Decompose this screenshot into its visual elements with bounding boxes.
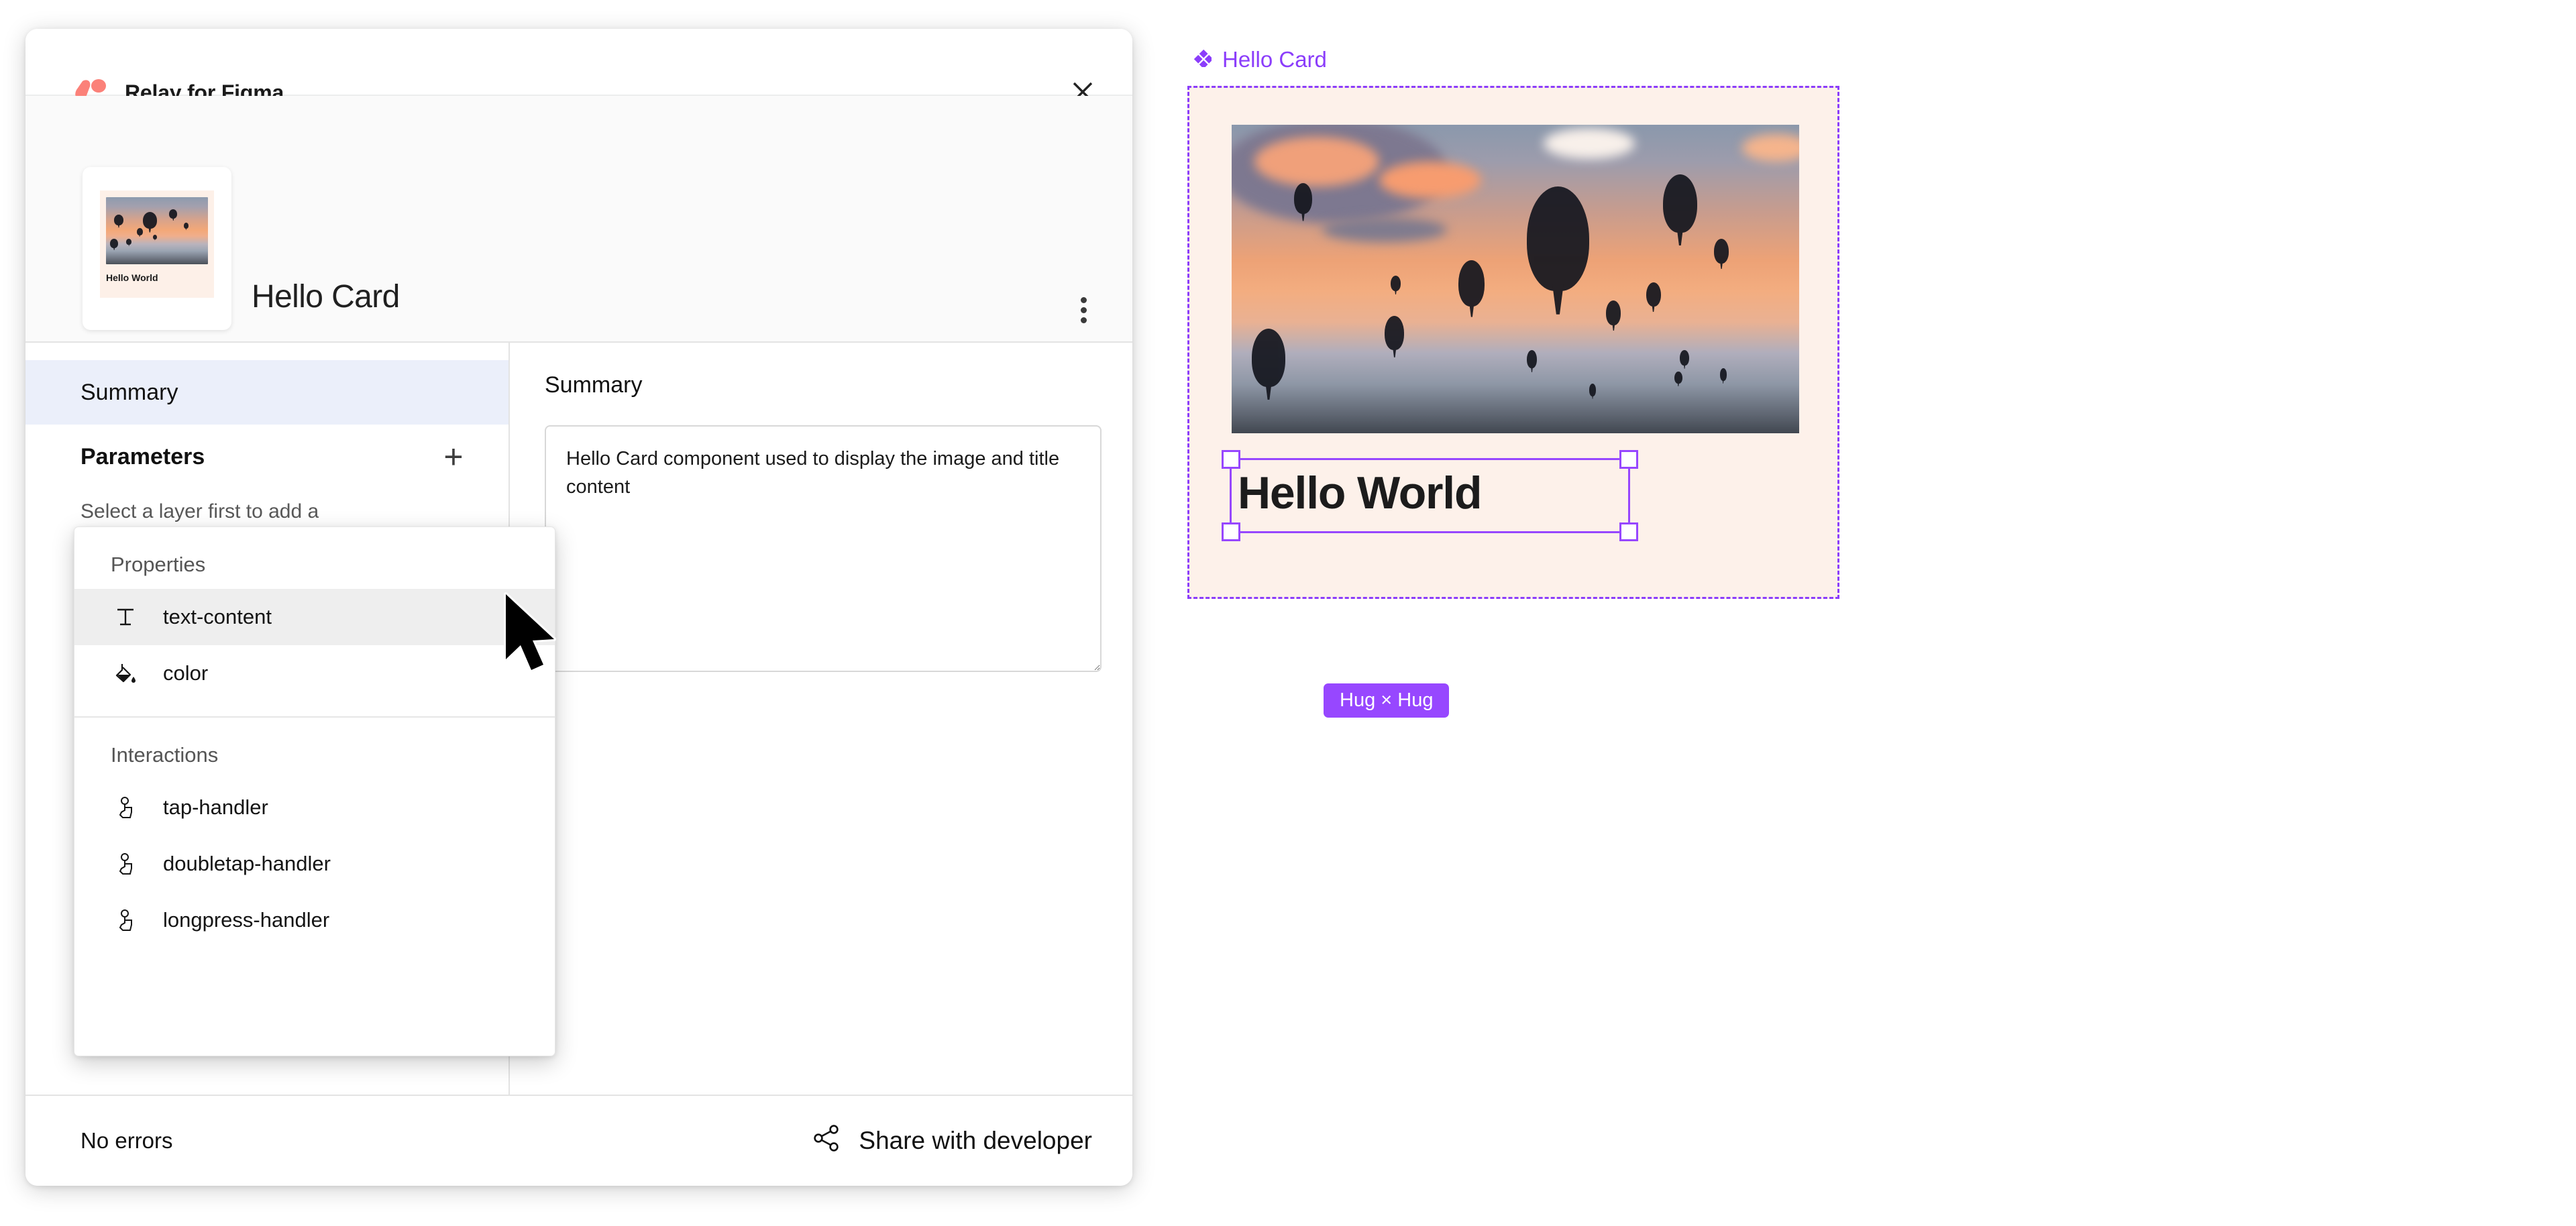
balloon <box>1526 186 1589 292</box>
balloon <box>136 228 143 235</box>
sidebar-section-parameters: Parameters + <box>25 425 508 489</box>
overflow-menu-icon[interactable] <box>1060 286 1107 333</box>
share-label: Share with developer <box>859 1127 1092 1154</box>
popover-item-tap-handler[interactable]: tap-handler <box>74 779 555 836</box>
popover-item-longpress-handler[interactable]: longpress-handler <box>74 892 555 948</box>
add-parameter-popover: Properties text-content color Interactio… <box>74 526 555 1056</box>
balloon <box>126 239 131 245</box>
balloon <box>1251 328 1286 387</box>
balloon <box>1674 372 1682 384</box>
summary-input[interactable] <box>545 425 1102 672</box>
tap-gesture-icon <box>111 793 140 822</box>
content-pane: Summary <box>510 343 1132 1095</box>
balloon <box>1646 282 1661 307</box>
component-header: Hello World Hello Card <box>25 96 1132 343</box>
component-name: Hello Card <box>252 279 400 315</box>
balloon <box>169 209 178 219</box>
parameters-hint: Select a layer first to add a <box>80 500 319 522</box>
size-badge: Hug × Hug <box>1324 683 1450 718</box>
popover-item-label: doubletap-handler <box>163 851 331 875</box>
balloon <box>1294 183 1313 215</box>
text-icon <box>111 602 140 632</box>
balloon <box>1606 300 1621 325</box>
figma-component-icon <box>1191 47 1214 72</box>
relay-plugin-window: Relay for Figma Hello World Hello Card S… <box>25 29 1132 1186</box>
balloon <box>1526 349 1538 369</box>
thumbnail-balloon-image <box>106 197 208 264</box>
canvas-balloon-image <box>1232 125 1799 433</box>
tap-gesture-icon <box>111 905 140 935</box>
sidebar-item-summary[interactable]: Summary <box>25 360 508 425</box>
balloon <box>1719 368 1727 381</box>
balloon <box>110 239 119 248</box>
popover-group-label-properties: Properties <box>111 553 206 576</box>
popover-item-color[interactable]: color <box>74 645 555 702</box>
figma-canvas: Hello Card Hello World Hug × Hug <box>1187 40 1892 718</box>
balloon <box>1390 276 1401 292</box>
popover-item-label: color <box>163 661 209 685</box>
plugin-titlebar: Relay for Figma <box>25 29 1132 105</box>
selection-handle-bottom-left[interactable] <box>1222 522 1240 541</box>
popover-item-text-content[interactable]: text-content <box>74 589 555 645</box>
balloon <box>1714 239 1729 264</box>
balloon <box>142 212 157 229</box>
canvas-component-label[interactable]: Hello Card <box>1191 47 1327 72</box>
selection-handle-top-right[interactable] <box>1619 450 1638 469</box>
thumbnail-inner-frame: Hello World <box>100 190 214 298</box>
balloon <box>1458 260 1485 307</box>
content-title: Summary <box>545 372 643 398</box>
popover-item-label: text-content <box>163 605 272 628</box>
share-icon <box>812 1123 841 1159</box>
popover-group-label-interactions: Interactions <box>111 742 219 767</box>
balloon <box>183 223 189 229</box>
selection-bounding-box <box>1222 450 1638 541</box>
popover-item-label: tap-handler <box>163 795 268 819</box>
balloon <box>114 215 123 225</box>
balloon <box>1680 349 1689 366</box>
tap-gesture-icon <box>111 849 140 879</box>
popover-item-doubletap-handler[interactable]: doubletap-handler <box>74 836 555 892</box>
paint-bucket-icon <box>111 659 140 688</box>
balloon <box>1385 316 1405 350</box>
selection-handle-bottom-right[interactable] <box>1619 522 1638 541</box>
thumbnail-label: Hello World <box>106 272 158 283</box>
selection-handle-top-left[interactable] <box>1222 450 1240 469</box>
sidebar-item-label: Summary <box>80 379 178 405</box>
balloon <box>152 235 157 239</box>
status-badge: No errors <box>80 1128 173 1153</box>
plugin-footer: No errors Share with developer <box>25 1095 1132 1186</box>
component-thumbnail-card: Hello World <box>83 167 231 330</box>
share-with-developer-button[interactable]: Share with developer <box>812 1123 1092 1159</box>
balloon <box>1662 174 1697 233</box>
parameters-label: Parameters <box>80 443 205 469</box>
component-frame[interactable]: Hello World Hug × Hug <box>1187 86 1839 718</box>
popover-item-label: longpress-handler <box>163 907 330 932</box>
balloon <box>1589 384 1597 396</box>
canvas-label-text: Hello Card <box>1222 47 1327 72</box>
plus-icon[interactable]: + <box>433 437 474 477</box>
